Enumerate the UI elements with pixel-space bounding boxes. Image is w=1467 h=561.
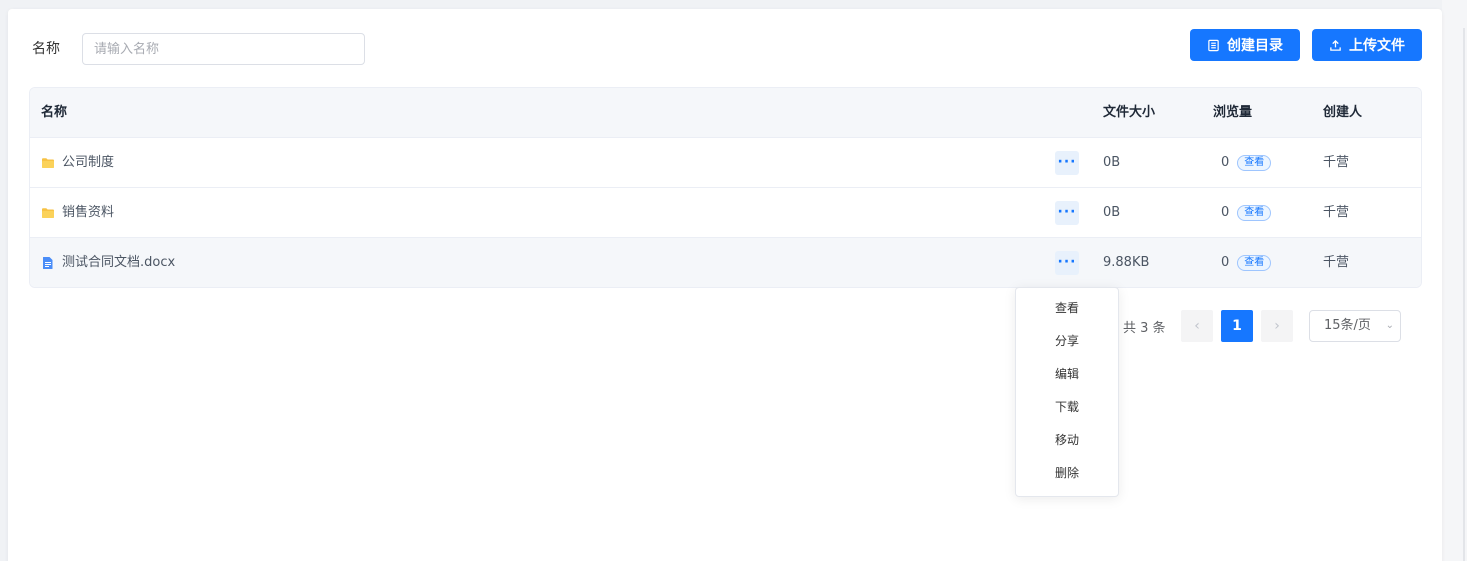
file-size: 0B: [1103, 205, 1121, 220]
table-row[interactable]: 公司制度 ··· 0B 0 查看 千营: [30, 138, 1421, 188]
view-tag[interactable]: 查看: [1237, 154, 1272, 171]
view-count: 0: [1221, 155, 1230, 170]
creator: 千营: [1323, 255, 1350, 270]
file-size: 9.88KB: [1103, 255, 1150, 270]
create-directory-button[interactable]: 创建目录: [1190, 29, 1300, 61]
folder-icon: [42, 158, 54, 168]
row-actions-dropdown: 查看 分享 编辑 下载 移动 删除: [1015, 287, 1119, 497]
chevron-left-icon: ‹: [1194, 318, 1200, 334]
more-actions-button[interactable]: ···: [1055, 251, 1079, 275]
upload-file-label: 上传文件: [1349, 38, 1405, 54]
more-actions-button[interactable]: ···: [1055, 201, 1079, 225]
view-count-cell: 0 查看: [1221, 188, 1272, 238]
menu-item-share[interactable]: 分享: [1016, 325, 1118, 358]
file-name: 销售资料: [62, 205, 115, 220]
view-tag[interactable]: 查看: [1237, 254, 1272, 271]
header-name[interactable]: 名称: [41, 88, 67, 138]
view-tag[interactable]: 查看: [1237, 204, 1272, 221]
creator: 千营: [1323, 155, 1350, 170]
file-name: 公司制度: [62, 155, 115, 170]
file-name-cell[interactable]: 测试合同文档.docx: [41, 238, 176, 287]
view-count-cell: 0 查看: [1221, 238, 1272, 287]
right-strip: [1442, 0, 1467, 561]
create-directory-label: 创建目录: [1227, 38, 1283, 54]
header-creator[interactable]: 创建人: [1323, 88, 1362, 138]
header-views[interactable]: 浏览量: [1213, 88, 1252, 138]
name-search-input[interactable]: [82, 33, 365, 65]
scrollbar-track[interactable]: [1463, 28, 1465, 561]
file-name-cell[interactable]: 销售资料: [41, 188, 114, 238]
menu-item-move[interactable]: 移动: [1016, 424, 1118, 457]
folder-icon: [42, 208, 54, 218]
menu-item-download[interactable]: 下载: [1016, 391, 1118, 424]
upload-icon: [1330, 39, 1341, 51]
page-number-current[interactable]: 1: [1221, 310, 1253, 342]
chevron-right-icon: ›: [1274, 318, 1280, 334]
file-size: 0B: [1103, 155, 1121, 170]
file-table: 名称 文件大小 浏览量 创建人 公司制度 ··· 0B 0 查看 千营 销售资料 …: [29, 87, 1422, 288]
view-count: 0: [1221, 205, 1230, 220]
list-icon: [1208, 39, 1219, 51]
pagination-total: 共 3 条: [1123, 321, 1166, 336]
document-icon: [43, 257, 53, 269]
next-page-button[interactable]: ›: [1261, 310, 1293, 342]
table-row[interactable]: 测试合同文档.docx ··· 9.88KB 0 查看 千营: [30, 238, 1421, 287]
header-size[interactable]: 文件大小: [1103, 88, 1155, 138]
page-size-select[interactable]: 15条/页 ⌄: [1309, 310, 1401, 342]
creator: 千营: [1323, 205, 1350, 220]
menu-item-delete[interactable]: 删除: [1016, 457, 1118, 490]
file-name: 测试合同文档.docx: [62, 255, 176, 270]
view-count: 0: [1221, 255, 1230, 270]
name-filter-label: 名称: [32, 41, 60, 57]
table-header: 名称 文件大小 浏览量 创建人: [30, 88, 1421, 138]
menu-item-edit[interactable]: 编辑: [1016, 358, 1118, 391]
file-name-cell[interactable]: 公司制度: [41, 138, 114, 188]
view-count-cell: 0 查看: [1221, 138, 1272, 188]
more-actions-button[interactable]: ···: [1055, 151, 1079, 175]
upload-file-button[interactable]: 上传文件: [1312, 29, 1422, 61]
prev-page-button[interactable]: ‹: [1181, 310, 1213, 342]
table-row[interactable]: 销售资料 ··· 0B 0 查看 千营: [30, 188, 1421, 238]
page-size-value: 15条/页: [1324, 318, 1371, 333]
chevron-down-icon: ⌄: [1385, 320, 1394, 331]
menu-item-view[interactable]: 查看: [1016, 292, 1118, 325]
